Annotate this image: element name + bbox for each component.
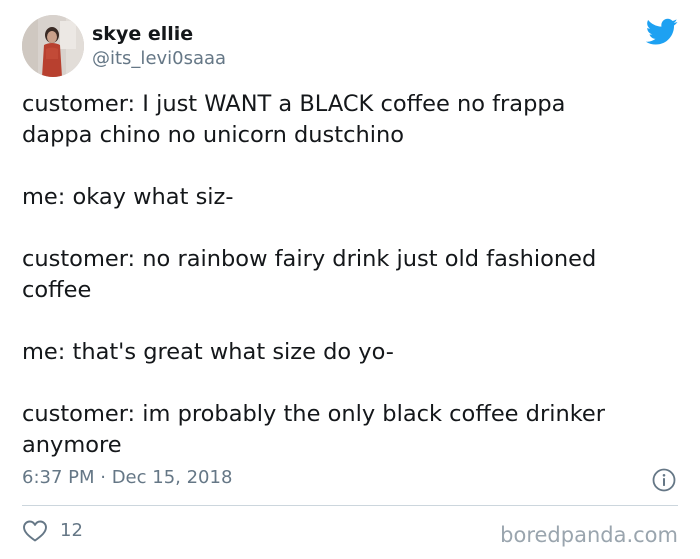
tweet-paragraph: me: okay what siz- (22, 182, 677, 213)
tweet-timestamp[interactable]: 6:37 PM · Dec 15, 2018 (22, 466, 232, 490)
divider (22, 505, 678, 506)
author-display-name[interactable]: skye ellie (92, 22, 193, 46)
tweet-line: customer: im probably the only black cof… (22, 401, 606, 427)
tweet-text: customer: I just WANT a BLACK coffee no … (22, 89, 677, 461)
tweet-line: me: that's great what size do yo- (22, 339, 394, 365)
tweet-paragraph: customer: I just WANT a BLACK coffee no … (22, 89, 677, 151)
heart-icon (23, 520, 47, 542)
tweet-paragraph: me: that's great what size do yo- (22, 337, 677, 368)
tweet-line: customer: I just WANT a BLACK coffee no … (22, 91, 566, 117)
watermark: boredpanda.com (500, 523, 678, 547)
avatar[interactable] (22, 15, 84, 77)
info-icon[interactable] (652, 468, 676, 492)
tweet-line: coffee (22, 277, 92, 303)
tweet-paragraph: customer: no rainbow fairy drink just ol… (22, 244, 677, 306)
tweet-line: dappa chino no unicorn dustchino (22, 122, 404, 148)
like-button[interactable]: 12 (22, 518, 83, 544)
avatar-photo (22, 15, 84, 77)
tweet-line: me: okay what siz- (22, 184, 234, 210)
twitter-bird-icon[interactable] (646, 18, 678, 46)
tweet-line: customer: no rainbow fairy drink just ol… (22, 246, 597, 272)
like-count: 12 (60, 520, 83, 541)
tweet-line: anymore (22, 432, 122, 458)
author-handle[interactable]: @its_levi0saaa (92, 48, 226, 70)
tweet-paragraph: customer: im probably the only black cof… (22, 399, 677, 461)
